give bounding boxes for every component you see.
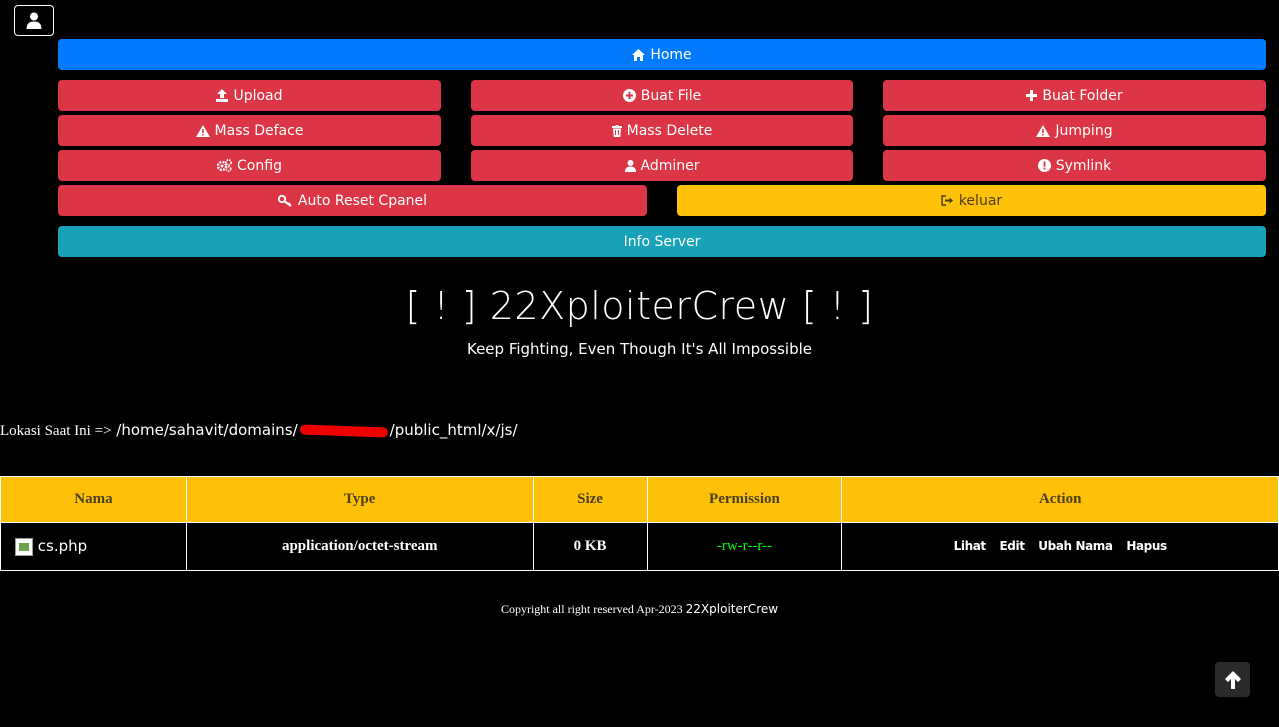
buat-file-button[interactable]: Buat File: [471, 80, 853, 111]
keluar-label: keluar: [958, 192, 1003, 209]
sign-out-icon: [941, 195, 954, 206]
table-header-row: Nama Type Size Permission Action: [0, 476, 1279, 523]
jumping-button[interactable]: Jumping: [883, 115, 1266, 146]
upload-icon: [216, 89, 229, 102]
home-button[interactable]: Home: [58, 39, 1266, 70]
file-type: application/octet-stream: [185, 522, 534, 571]
warning-icon: [195, 124, 210, 137]
file-name[interactable]: cs.php: [38, 537, 87, 555]
location-label: Lokasi Saat Ini =>: [0, 423, 112, 439]
location-path-end[interactable]: /public_html/x/js/: [390, 421, 518, 439]
table-row: cs.php application/octet-stream 0 KB -rw…: [0, 522, 1279, 571]
column-header-action: Action: [841, 476, 1279, 523]
file-size: 0 KB: [532, 522, 648, 571]
upload-label: Upload: [233, 87, 283, 104]
info-server-button[interactable]: Info Server: [58, 226, 1266, 257]
footer-brand: 22XploiterCrew: [685, 602, 779, 616]
column-header-type: Type: [185, 476, 534, 523]
exclamation-circle-icon: [1037, 159, 1051, 172]
footer-text: Copyright all right reserved Apr-2023: [500, 602, 683, 616]
file-permission: -rw-r--r--: [646, 522, 843, 571]
auto-reset-cpanel-label: Auto Reset Cpanel: [297, 192, 428, 209]
home-icon: [632, 48, 646, 61]
mass-delete-button[interactable]: Mass Delete: [471, 115, 853, 146]
file-actions: Lihat Edit Ubah Nama Hapus: [841, 522, 1279, 571]
user-menu-button[interactable]: [14, 5, 54, 36]
user-icon: [624, 159, 636, 172]
arrow-up-icon: [1224, 670, 1241, 689]
buat-folder-button[interactable]: Buat Folder: [883, 80, 1266, 111]
mass-deface-label: Mass Deface: [214, 122, 304, 139]
location-path-start[interactable]: /home/sahavit/domains/: [116, 421, 297, 439]
config-button[interactable]: Config: [58, 150, 441, 181]
upload-button[interactable]: Upload: [58, 80, 441, 111]
adminer-label: Adminer: [640, 157, 700, 174]
lihat-link[interactable]: Lihat: [954, 539, 987, 553]
column-header-nama: Nama: [0, 476, 187, 523]
ubah-nama-link[interactable]: Ubah Nama: [1038, 539, 1113, 553]
buat-folder-label: Buat Folder: [1042, 87, 1123, 104]
warning-icon: [1036, 124, 1051, 137]
mass-delete-label: Mass Delete: [626, 122, 713, 139]
config-label: Config: [237, 157, 282, 174]
mass-deface-button[interactable]: Mass Deface: [58, 115, 441, 146]
trash-icon: [611, 124, 622, 137]
footer: Copyright all right reserved Apr-2023 22…: [0, 602, 1279, 617]
column-header-permission: Permission: [646, 476, 843, 523]
user-icon: [26, 12, 42, 29]
buat-file-label: Buat File: [640, 87, 702, 104]
home-label: Home: [650, 46, 692, 63]
file-image-icon: [15, 537, 33, 556]
jumping-label: Jumping: [1055, 122, 1113, 139]
gears-icon: [217, 159, 233, 172]
plus-circle-icon: [622, 89, 636, 102]
keluar-button[interactable]: keluar: [677, 185, 1266, 216]
redaction-mark: [299, 423, 388, 438]
symlink-label: Symlink: [1055, 157, 1112, 174]
file-table: Nama Type Size Permission Action cs.php …: [0, 476, 1279, 571]
page-subtitle: Keep Fighting, Even Though It's All Impo…: [466, 340, 812, 358]
info-server-label: Info Server: [623, 233, 701, 250]
current-location: Lokasi Saat Ini => /home/sahavit/domains…: [0, 421, 518, 440]
page-title: [ ! ] 22XploiterCrew [ ! ]: [405, 284, 874, 328]
plus-icon: [1026, 90, 1038, 101]
hapus-link[interactable]: Hapus: [1126, 539, 1167, 553]
key-icon: [277, 194, 293, 207]
file-name-cell[interactable]: cs.php: [0, 522, 187, 571]
adminer-button[interactable]: Adminer: [471, 150, 853, 181]
column-header-size: Size: [532, 476, 648, 523]
auto-reset-cpanel-button[interactable]: Auto Reset Cpanel: [58, 185, 647, 216]
edit-link[interactable]: Edit: [1000, 539, 1025, 553]
symlink-button[interactable]: Symlink: [883, 150, 1266, 181]
scroll-to-top-button[interactable]: [1215, 662, 1250, 697]
